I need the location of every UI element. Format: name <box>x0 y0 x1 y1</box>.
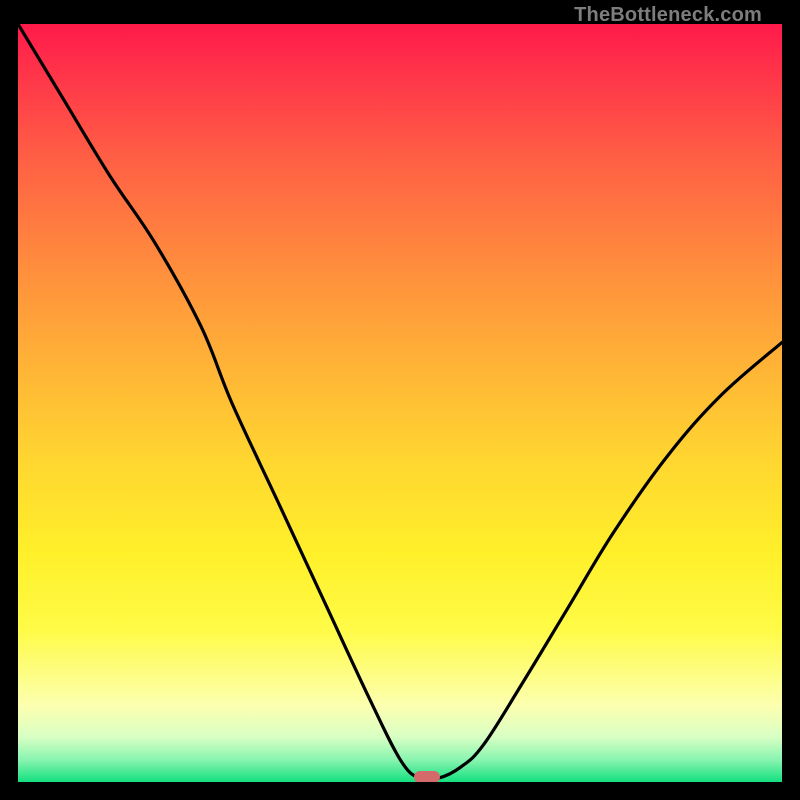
chart-frame: TheBottleneck.com <box>18 0 782 782</box>
plot-area <box>18 24 782 782</box>
optimal-marker <box>414 771 440 782</box>
curve-svg <box>18 24 782 782</box>
bottleneck-curve-path <box>18 24 782 780</box>
